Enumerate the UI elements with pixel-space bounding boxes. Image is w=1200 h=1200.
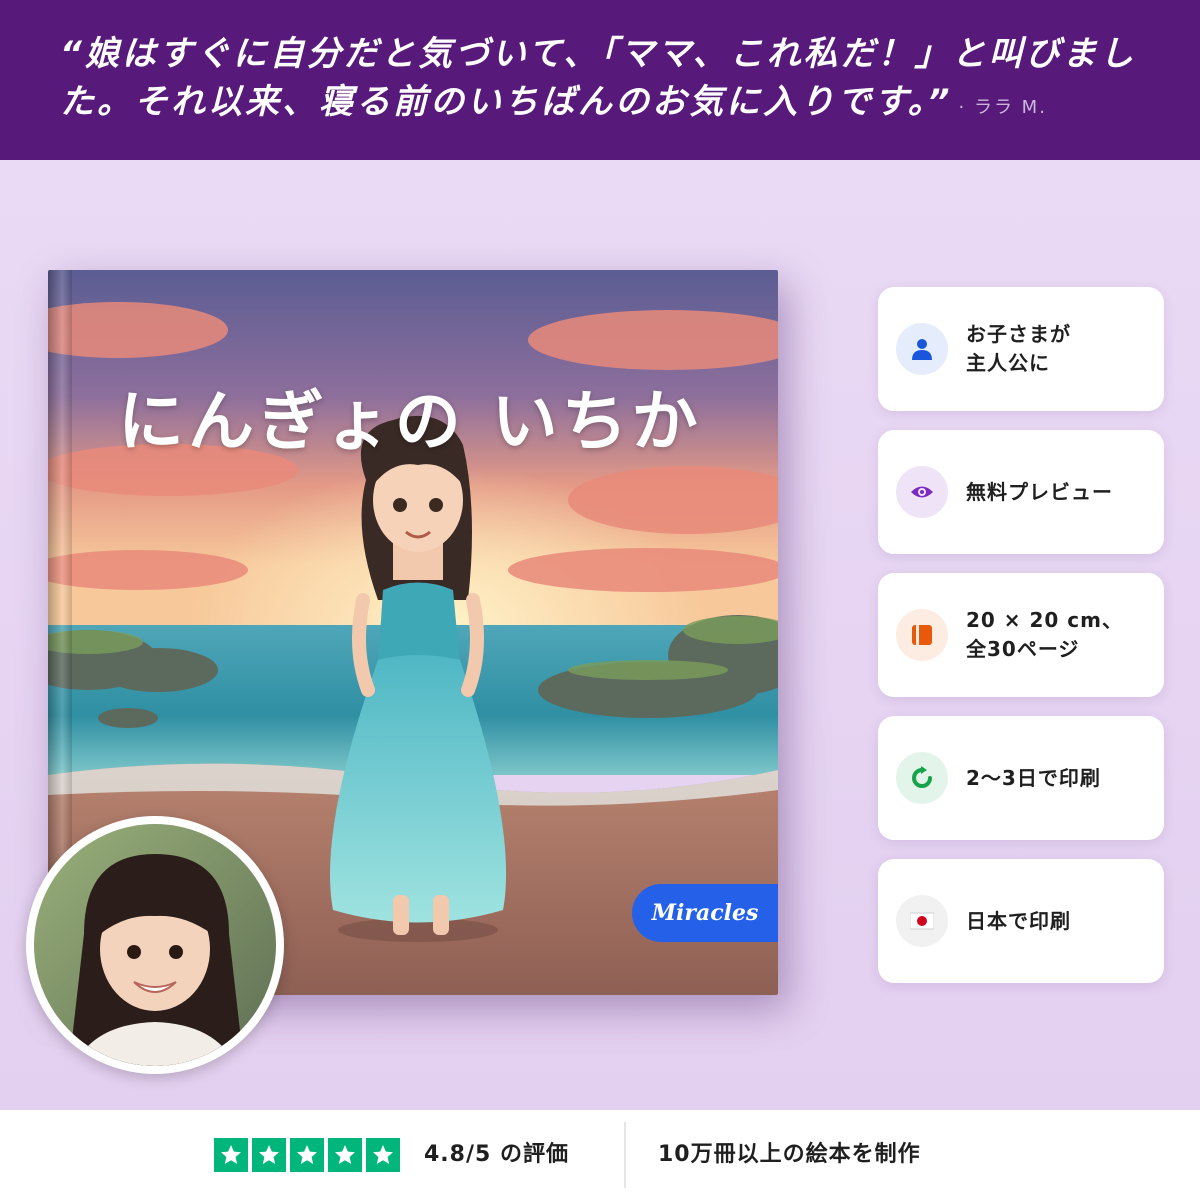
feature-label: お子さまが 主人公に [966, 322, 1071, 375]
child-photo [26, 816, 284, 1074]
quote-author: · ララ M. [958, 97, 1047, 118]
books-made-text: 10万冊以上の絵本を制作 [658, 1142, 921, 1167]
book-icon [896, 609, 948, 661]
feature-card-size: 20 × 20 cm、 全30ページ [878, 573, 1164, 697]
star-icon [252, 1138, 286, 1172]
divider [624, 1122, 626, 1188]
trust-bar: 4.8/5 の評価 10万冊以上の絵本を制作 [0, 1110, 1200, 1200]
japan-flag-icon [896, 895, 948, 947]
rating-stars [214, 1138, 400, 1172]
star-icon [328, 1138, 362, 1172]
feature-label: 無料プレビュー [966, 479, 1113, 504]
testimonial-banner: “娘はすぐに自分だと気づいて、「ママ、これ私だ！」と叫びました。それ以来、寝る前… [0, 0, 1200, 160]
feature-card-print-time: 2〜3日で印刷 [878, 716, 1164, 840]
feature-card-made-in-japan: 日本で印刷 [878, 859, 1164, 983]
star-icon [366, 1138, 400, 1172]
rating-text: 4.8/5 の評価 [424, 1142, 569, 1167]
feature-label: 日本で印刷 [966, 908, 1071, 933]
feature-card-preview: 無料プレビュー [878, 430, 1164, 554]
feature-card-personalized: お子さまが 主人公に [878, 287, 1164, 411]
eye-icon [896, 466, 948, 518]
feature-label: 2〜3日で印刷 [966, 765, 1101, 790]
star-icon [290, 1138, 324, 1172]
brand-badge: Miracles [632, 884, 778, 942]
testimonial-quote: “娘はすぐに自分だと気づいて、「ママ、これ私だ！」と叫びました。それ以来、寝る前… [60, 30, 1170, 132]
refresh-icon [896, 752, 948, 804]
book-title: にんぎょの いちか [118, 383, 702, 460]
feature-label: 20 × 20 cm、 全30ページ [966, 608, 1124, 661]
star-icon [214, 1138, 248, 1172]
person-icon [896, 323, 948, 375]
